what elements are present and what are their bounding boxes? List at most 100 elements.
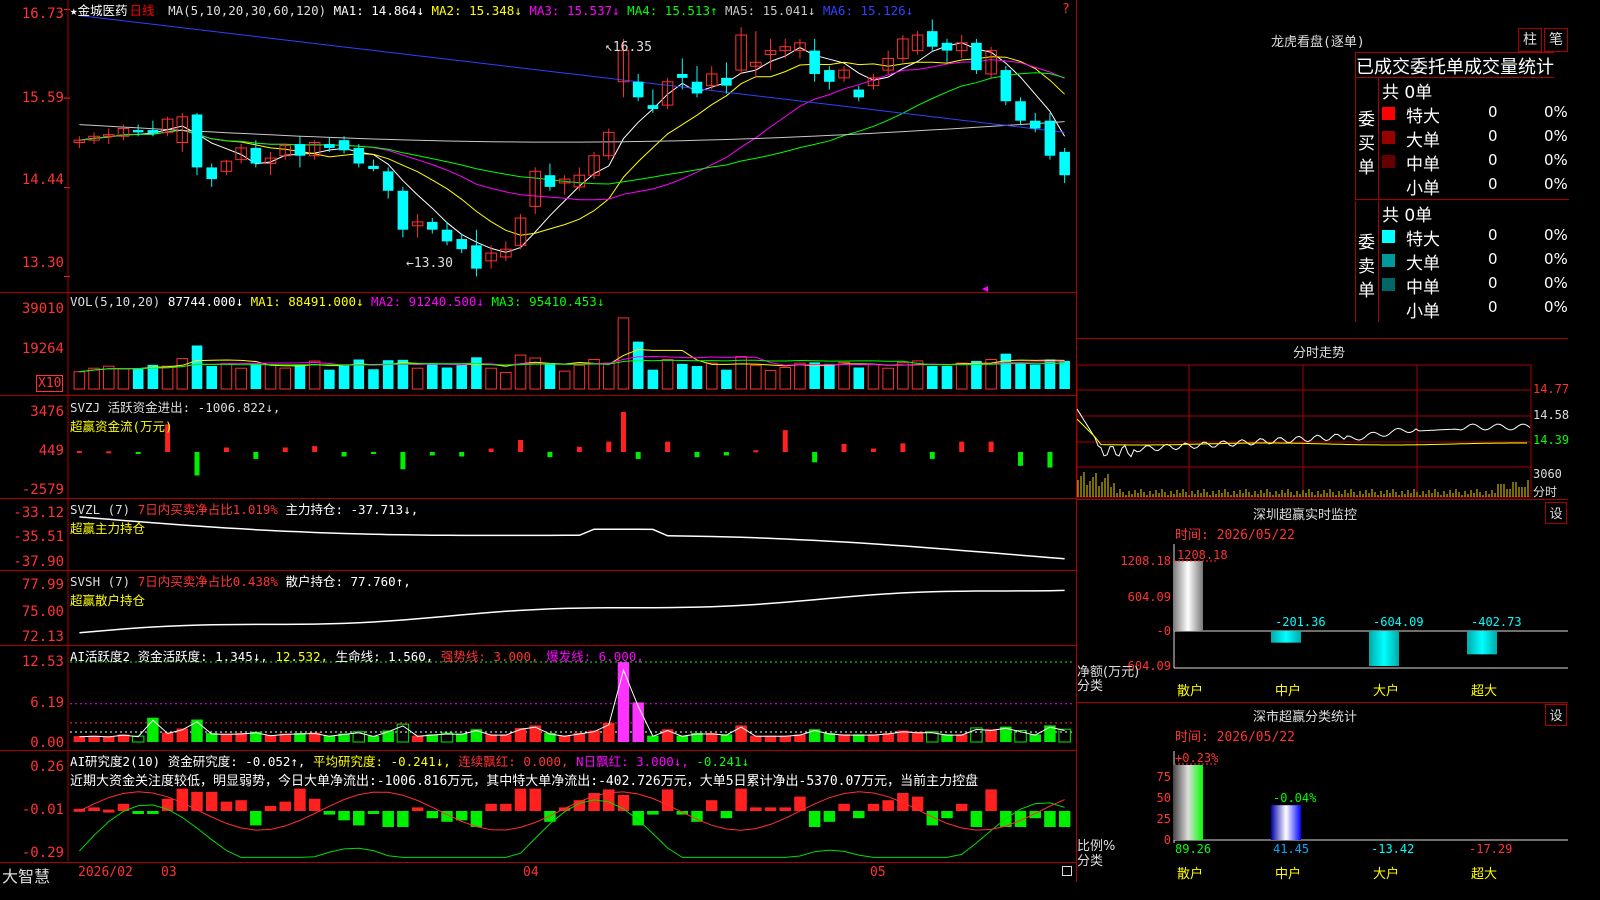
sell-row-name: 小单	[1406, 302, 1440, 322]
volume-bar	[691, 366, 703, 389]
svzl-ytick-2: -35.51	[13, 529, 64, 545]
flow-bar	[694, 452, 700, 458]
volume-panel[interactable]: VOL(5,10,20) 87744.000↓ MA1: 88491.000↓ …	[0, 293, 1076, 396]
volume-bar	[705, 362, 718, 390]
research-bar	[1029, 811, 1041, 819]
sz-monitor-ylabel1: 净额(万元)	[1077, 665, 1140, 680]
sz-class-bar	[1271, 805, 1301, 840]
tab-stats[interactable]: 统计	[1518, 53, 1554, 79]
volume-bar	[514, 354, 527, 390]
research-bar	[661, 789, 674, 811]
sell-color-swatch	[1382, 278, 1395, 291]
buy-color-swatch	[1382, 131, 1395, 144]
dragon-tiger-title: 龙虎看盘(逐单)	[1271, 35, 1365, 50]
svzj-ytick-1: 3476	[30, 404, 64, 420]
sell-row: 小单 0 0%	[1380, 297, 1569, 322]
candle-body	[382, 171, 394, 191]
ma-item-1: MA1: 14.864↓	[333, 3, 424, 18]
candle-body	[441, 229, 453, 242]
sz-class-ytick-4: 0	[1164, 833, 1171, 847]
low-annotation: ←13.30	[406, 256, 453, 271]
buy-row-pct: 0%	[1544, 103, 1568, 121]
research-bar	[1058, 811, 1071, 827]
sz-monitor-ylabel2: 分类	[1077, 679, 1104, 694]
volume-bar	[764, 369, 777, 390]
sz-monitor-value-label: 1208.18	[1177, 548, 1228, 562]
candle-chart[interactable]	[0, 0, 1076, 292]
settings-question-icon[interactable]: ?	[1062, 2, 1070, 17]
flow-bar	[194, 452, 200, 476]
flow-bar	[988, 441, 994, 452]
ai-research-v3: 连续飘红: 0.000,	[458, 754, 569, 769]
intraday-chart[interactable]	[1077, 339, 1568, 499]
sell-row-count: 0	[1488, 274, 1498, 292]
research-bar	[103, 809, 115, 813]
research-bar	[882, 800, 894, 811]
sz-monitor-category-label: 超大	[1471, 684, 1497, 699]
sz-monitor-chart[interactable]: 1208.18 604.09 -0 -604.09 1208.18 散户 -201.36 中户…	[1077, 500, 1568, 702]
tab-orders[interactable]: 委托单	[1410, 53, 1464, 79]
candle-body	[677, 73, 688, 78]
volume-bar	[1029, 364, 1041, 389]
svzj-ytick-2: 449	[38, 443, 64, 459]
candle-body	[647, 105, 659, 110]
tab-volume[interactable]: 成交量	[1464, 53, 1518, 79]
research-bar	[323, 811, 336, 815]
research-bar	[235, 800, 247, 811]
flow-bar	[429, 452, 435, 456]
ai-research-panel[interactable]: AI研究度2(10) 资金研究度: -0.052↑, 平均研究度: -0.241…	[0, 751, 1076, 861]
tab-traded[interactable]: 已成交	[1356, 53, 1410, 79]
research-bar	[779, 807, 791, 811]
candle-body	[941, 42, 953, 51]
ai-active-panel[interactable]: AI活跃度2 资金活跃度: 1.345↓, 12.532, 生命线: 1.560…	[0, 646, 1076, 751]
sell-order-block: 委卖单 共 0单 特大 0 0% 大单 0 0% 中单 0 0% 小单 0 0%	[1355, 201, 1569, 322]
svzl-panel[interactable]: SVZL (7) 7日内买卖净占比1.019% 主力持仓: -37.713↓, …	[0, 499, 1076, 571]
candle-body	[1000, 70, 1012, 102]
candle-ytick-2: 15.59	[21, 90, 64, 106]
buy-row-name: 特大	[1406, 107, 1440, 127]
sz-class-value-label: -13.42	[1371, 842, 1414, 856]
flow-bar	[959, 441, 965, 452]
research-bar	[308, 798, 321, 811]
ma-items: MA1: 14.864↓ MA2: 15.348↓ MA3: 15.537↓ M…	[334, 3, 914, 18]
volume-bar	[661, 358, 674, 390]
ma-item-6: MA6: 15.126↓	[815, 3, 914, 18]
svzl-hold: 主力持仓: -37.713↓,	[285, 502, 419, 517]
date-tick-3: 04	[523, 865, 539, 880]
flow-bar	[665, 441, 671, 452]
sz-class-category-label: 大户	[1373, 866, 1399, 882]
intraday-panel[interactable]: 分时走势 14.77 14.58 14.39 3060 分时	[1077, 339, 1569, 500]
active-bar	[514, 727, 527, 742]
sell-row-name: 特大	[1406, 230, 1440, 250]
sz-monitor-bar	[1173, 561, 1203, 631]
flow-bar	[841, 443, 847, 452]
buy-color-swatch	[1382, 107, 1395, 120]
intraday-frame	[1077, 364, 1532, 498]
ma-params: MA(5,10,20,30,60,120)	[168, 3, 327, 18]
sz-class-value-label: 41.45	[1273, 842, 1309, 856]
candle-body	[353, 147, 365, 164]
ai-research-v5: -0.241↓	[696, 754, 750, 769]
flow-bar	[620, 412, 626, 452]
svzj-panel[interactable]: SVZJ 活跃资金进出: -1006.822↓, 超赢资金流(万元) 3476 …	[0, 396, 1076, 499]
research-bar	[132, 811, 144, 814]
volume-bar	[853, 367, 865, 389]
ma-line-2	[79, 56, 1065, 236]
sz-class-chart[interactable]: 75 50 25 0 +0.23% -0.04% 89.26 散户 41.45 中户 -13.42 大…	[1077, 703, 1568, 882]
pen-mode-button[interactable]: 笔	[1544, 28, 1568, 52]
sz-class-change-label: +0.23%	[1175, 751, 1219, 765]
research-bar	[264, 805, 277, 811]
lock-icon[interactable]	[1062, 866, 1072, 876]
vol-title: VOL(5,10,20)	[70, 294, 161, 309]
svsh-panel[interactable]: SVSH (7) 7日内买卖净占比0.438% 散户持仓: 77.760↑, 超…	[0, 571, 1076, 646]
research-bar	[764, 807, 777, 811]
svzl-legend: SVZL (7) 7日内买卖净占比1.019% 主力持仓: -37.713↓, …	[70, 499, 418, 537]
research-bar	[691, 811, 703, 822]
vol-ma-item-1: MA1: 88491.000↓	[250, 294, 364, 309]
candle-panel[interactable]: ★金城医药 日线 MA(5,10,20,30,60,120) MA1: 14.86…	[0, 0, 1076, 293]
stock-name: ★金城医药	[70, 3, 128, 18]
active-bar	[191, 719, 203, 742]
svzl-ratio: 7日内买卖净占比1.019%	[137, 502, 278, 517]
candle-body	[1029, 120, 1041, 129]
bar-mode-button[interactable]: 柱	[1518, 28, 1542, 52]
